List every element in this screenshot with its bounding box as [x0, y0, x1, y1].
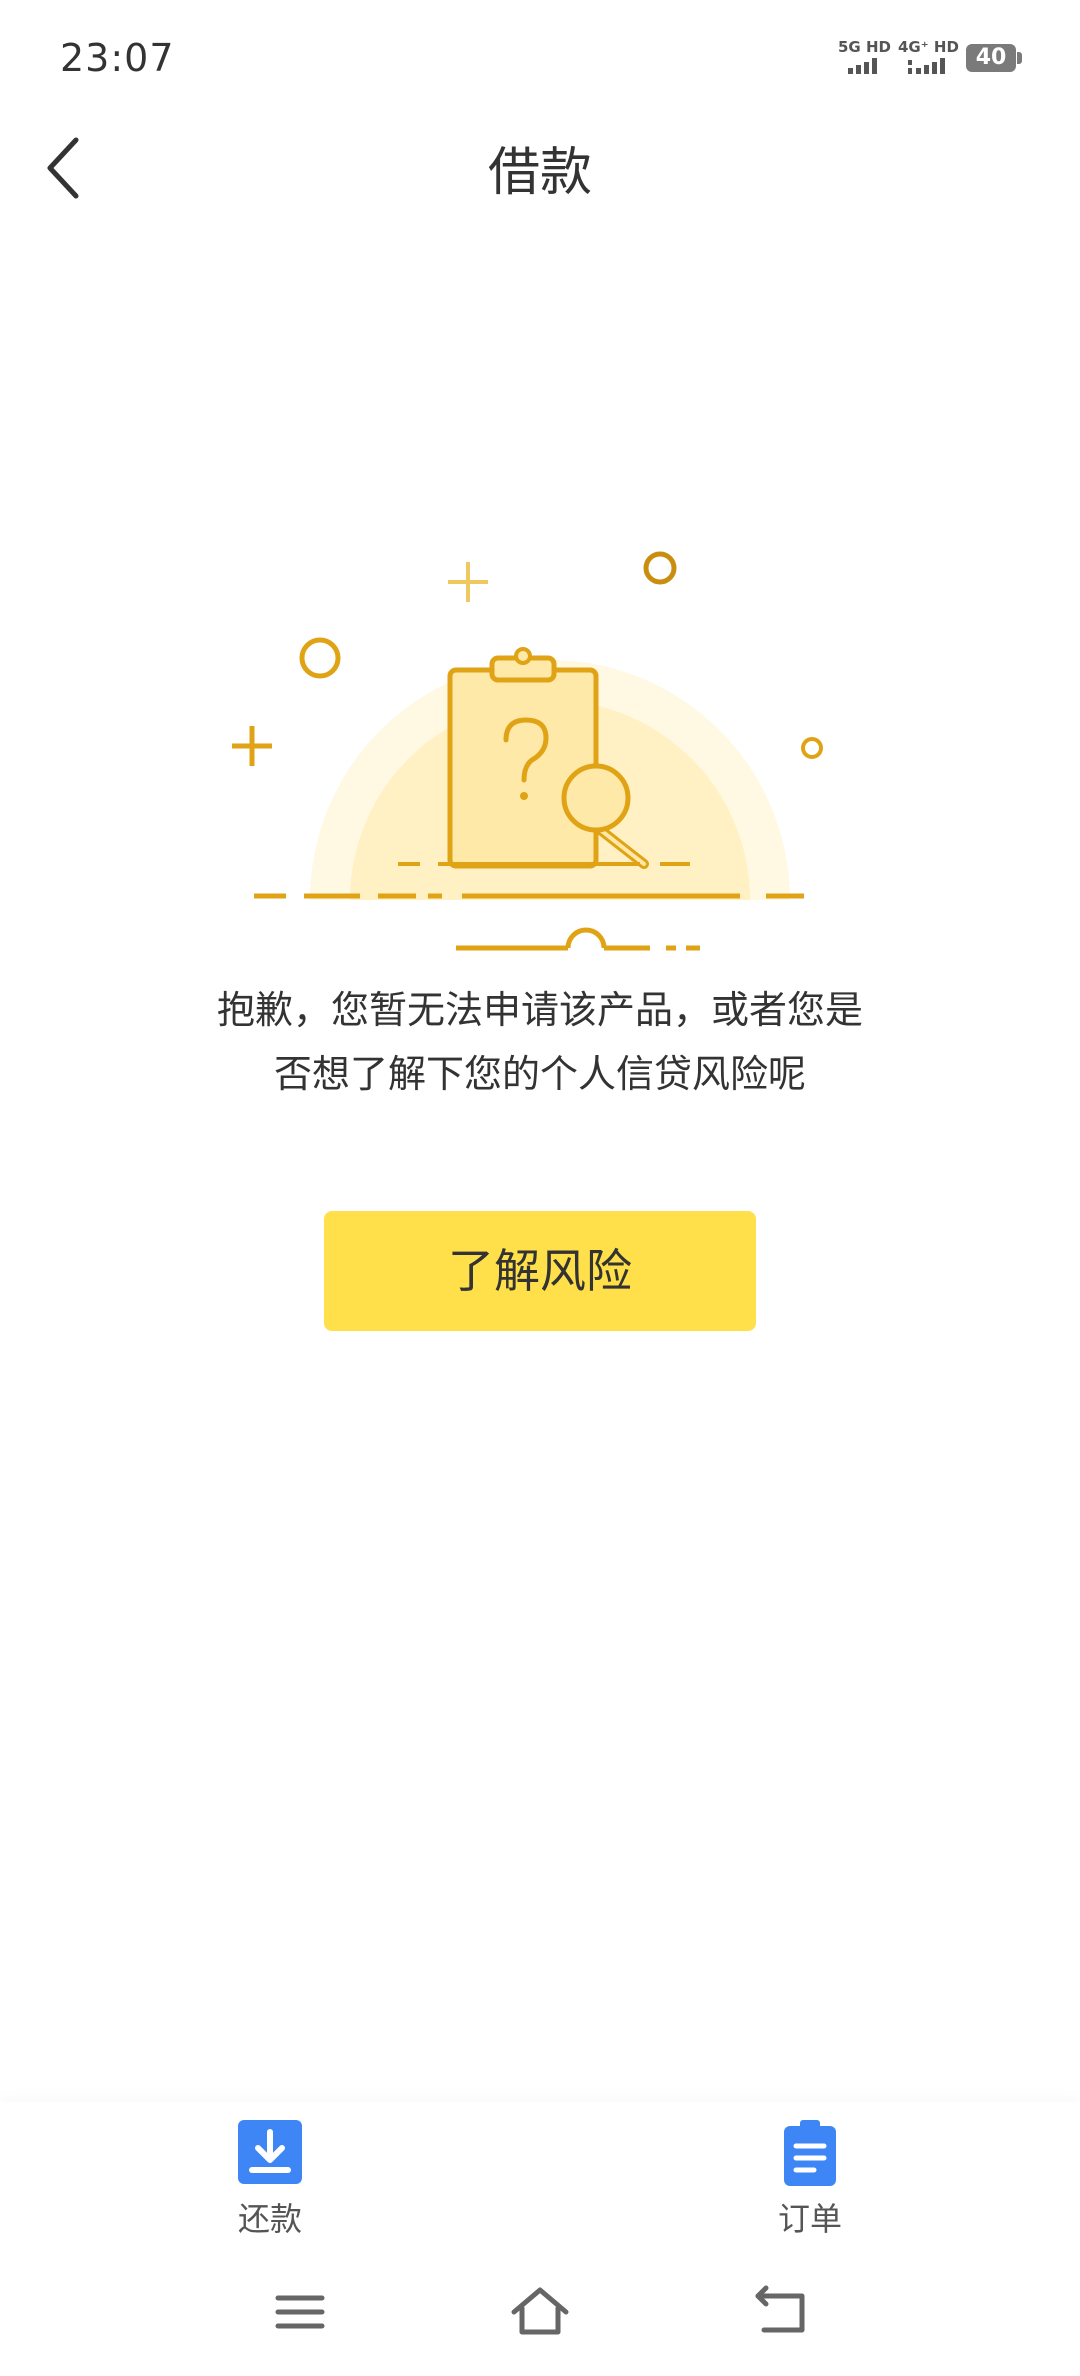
tab-orders-label: 订单 [777, 2200, 842, 2238]
clipboard-question-magnifier-icon [232, 551, 823, 951]
screen: 23:07 5G HD 4G⁺ HD 40 借款 抱歉，您暂无法申请该产品，或者… [0, 0, 1080, 2376]
system-back-button[interactable] [750, 2282, 810, 2342]
tab-orders[interactable]: 订单 [730, 2120, 890, 2240]
battery-tip [1017, 52, 1022, 64]
signal-5g: 5G HD [838, 38, 898, 78]
network-label-2: 4G⁺ HD [898, 38, 959, 56]
page-title: 借款 [487, 143, 592, 203]
signal-4g: 4G⁺ HD [898, 38, 959, 78]
status-time: 23:07 [60, 36, 175, 80]
tab-repay-label: 还款 [237, 2200, 302, 2238]
download-tray-icon [238, 2120, 302, 2184]
back-arrow-icon [755, 2285, 805, 2333]
signal-bars-icon [848, 58, 877, 74]
clipboard-list-icon [784, 2120, 836, 2186]
tab-bar: 还款 订单 [0, 2102, 1080, 2242]
learn-risk-button[interactable]: 了解风险 [324, 1211, 756, 1331]
signal-bars-icon [908, 58, 945, 74]
network-label-1: 5G HD [838, 38, 891, 56]
nav-bar: 借款 [0, 120, 1080, 212]
menu-button[interactable] [270, 2282, 330, 2342]
system-nav-bar [0, 2270, 1080, 2356]
battery-icon: 40 [966, 44, 1016, 72]
status-bar: 23:07 5G HD 4G⁺ HD 40 [0, 0, 1080, 120]
menu-icon [275, 2295, 325, 2329]
error-message: 抱歉，您暂无法申请该产品，或者您是否想了解下您的个人信贷风险呢 [216, 988, 863, 1096]
tab-repay[interactable]: 还款 [190, 2120, 350, 2240]
home-button[interactable] [510, 2282, 570, 2342]
home-icon [511, 2287, 569, 2335]
